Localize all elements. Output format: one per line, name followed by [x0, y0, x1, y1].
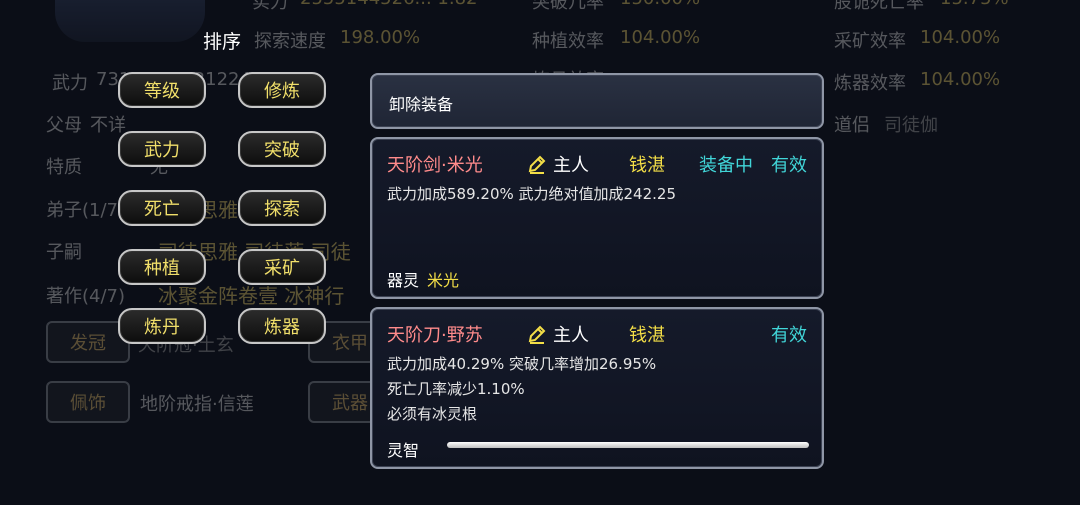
item-name: 天阶刀·野苏 [387, 325, 483, 346]
item-spirit-value: 米光 [427, 271, 460, 290]
item-effect: 武力加成40.29% 突破几率增加26.95% [387, 355, 657, 373]
unequip-label: 卸除装备 [389, 95, 454, 114]
bg-breakthrough-value: 150.00% [620, 0, 700, 9]
bg-parents-value: 不详 [90, 115, 126, 136]
character-avatar [55, 0, 205, 42]
bg-plant-label: 种植效率 [532, 31, 604, 52]
bg-parents-label: 父母 [46, 115, 82, 136]
sort-plant-button[interactable]: 种植 [118, 249, 206, 285]
item-owner-label: 主人 [527, 321, 589, 347]
bg-plant-value: 104.00% [620, 27, 701, 48]
bg-heirs-label: 子嗣 [46, 242, 82, 263]
item-owner-label: 主人 [527, 151, 589, 177]
bg-death-label: 股诡死亡率 [834, 0, 924, 13]
sort-forge-button[interactable]: 炼器 [238, 308, 326, 344]
item-owner-name: 钱湛 [629, 155, 665, 176]
item-intel-label: 灵智 [387, 441, 420, 460]
item-valid-status: 有效 [771, 155, 807, 176]
bg-weapon-label: 武器 [332, 393, 368, 414]
bg-ornament-label: 佩饰 [70, 393, 106, 414]
pencil-icon [528, 325, 546, 344]
bg-traits-label: 特质 [46, 157, 82, 178]
sort-breakthrough-button[interactable]: 突破 [238, 131, 326, 167]
unequip-button[interactable]: 卸除装备 [370, 73, 824, 129]
item-owner-name: 钱湛 [629, 325, 665, 346]
bg-ornament-slot: 佩饰 [46, 381, 130, 423]
bg-power-label: 武力 [52, 73, 88, 94]
item-card-blade[interactable]: 天阶刀·野苏 主人 钱湛 有效 武力加成40.29% 突破几率增加26.95% … [370, 307, 824, 469]
bg-forge-label: 炼器效率 [834, 73, 906, 94]
bg-disciples-label: 弟子(1/7) [46, 200, 126, 221]
bg-ornament-value: 地阶戒指·信莲 [140, 394, 254, 415]
intel-progress-bar [447, 442, 809, 448]
sort-alchemy-button[interactable]: 炼丹 [118, 308, 206, 344]
bg-dao-value: 司徒伽 [884, 115, 938, 136]
item-valid-status: 有效 [771, 325, 807, 346]
sort-explore-button[interactable]: 探索 [238, 190, 326, 226]
sort-title: 排序 [203, 31, 242, 53]
item-card-sword[interactable]: 天阶剑·米光 主人 钱湛 装备中 有效 武力加成589.20% 武力绝对值加成2… [370, 137, 824, 299]
bg-strength-value: 2555144526... 1.82 [300, 0, 478, 9]
pencil-icon [528, 155, 546, 174]
bg-forge-value: 104.00% [920, 69, 1001, 90]
item-equipped-status: 装备中 [699, 155, 753, 176]
item-effect: 必须有冰灵根 [387, 405, 478, 423]
bg-mine-value: 104.00% [920, 27, 1001, 48]
bg-works-label: 著作(4/7) [46, 286, 126, 307]
sort-level-button[interactable]: 等级 [118, 72, 206, 108]
owner-label-text: 主人 [553, 155, 589, 176]
bg-death-value: 15.75% [940, 0, 1009, 9]
sort-mine-button[interactable]: 采矿 [238, 249, 326, 285]
bg-explore-label: 探索速度 [254, 31, 326, 52]
bg-armor-label: 衣甲 [332, 333, 368, 354]
bg-explore-value: 198.00% [340, 27, 421, 48]
bg-strength-label: 实力 [252, 0, 288, 13]
item-spirit-label: 器灵 [387, 271, 420, 290]
sort-death-button[interactable]: 死亡 [118, 190, 206, 226]
item-name: 天阶剑·米光 [387, 155, 483, 176]
bg-crown-label: 发冠 [70, 333, 106, 354]
bg-breakthrough-label: 突破几率 [532, 0, 604, 13]
bg-dao-label: 道侣 [834, 115, 870, 136]
sort-power-button[interactable]: 武力 [118, 131, 206, 167]
item-effect: 武力加成589.20% 武力绝对值加成242.25 [387, 185, 676, 203]
item-effect: 死亡几率减少1.10% [387, 380, 525, 398]
sort-cultivation-button[interactable]: 修炼 [238, 72, 326, 108]
owner-label-text: 主人 [553, 325, 589, 346]
bg-mine-label: 采矿效率 [834, 31, 906, 52]
